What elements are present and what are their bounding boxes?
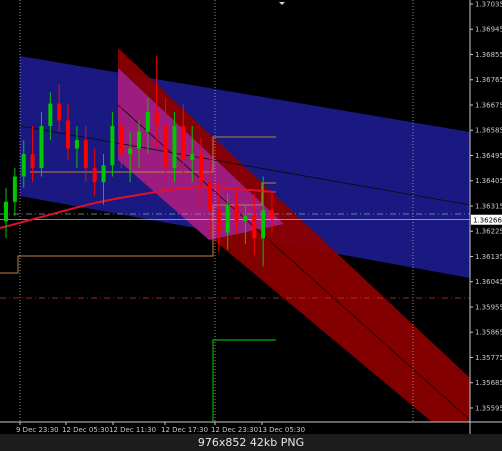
y-tick-label: 1.35685: [475, 379, 502, 387]
candle-body: [145, 112, 150, 132]
y-tick-label: 1.35865: [475, 329, 502, 337]
x-tick-label: 13 Dec 05:30: [258, 426, 305, 434]
y-tick-label: 1.36495: [475, 152, 502, 160]
candle-body: [119, 126, 124, 155]
candle-body: [48, 103, 53, 127]
y-tick-label: 1.37035: [475, 1, 502, 9]
candle-body: [190, 154, 195, 160]
y-tick-label: 1.36225: [475, 228, 502, 236]
y-tick-label: 1.36675: [475, 101, 502, 109]
candle-body: [39, 126, 44, 169]
y-tick-label: 1.36045: [475, 278, 502, 286]
candle-body: [207, 182, 212, 211]
candle-body: [261, 210, 266, 239]
candle-body: [252, 215, 257, 239]
y-tick-label: 1.36585: [475, 127, 502, 135]
candle-body: [57, 103, 62, 121]
candle-body: [128, 148, 133, 155]
x-tick-label: 12 Dec 23:30: [211, 426, 258, 434]
candle-body: [83, 140, 88, 169]
candle-body: [21, 154, 26, 177]
candle-body: [199, 154, 204, 183]
y-tick-label: 1.36135: [475, 253, 502, 261]
candle-body: [66, 120, 71, 149]
candle-body: [234, 204, 239, 222]
y-tick-label: 1.36945: [475, 26, 502, 34]
candle-body: [225, 204, 230, 233]
x-tick-label: 12 Dec 17:30: [161, 426, 208, 434]
candle-body: [181, 126, 186, 160]
y-tick-label: 1.36765: [475, 76, 502, 84]
image-info-footer: 976x852 42kb PNG: [0, 434, 502, 451]
candle-body: [163, 126, 168, 169]
x-tick-label: 12 Dec 11:30: [109, 426, 156, 434]
candle-body: [101, 165, 106, 183]
candle-body: [92, 168, 97, 183]
y-tick-label: 1.36855: [475, 51, 502, 59]
candle-body: [12, 176, 17, 202]
y-tick-label: 1.36315: [475, 202, 502, 210]
candle-body: [30, 154, 35, 169]
candle-body: [110, 126, 115, 166]
candle-body: [74, 140, 79, 149]
y-tick-label: 1.36405: [475, 177, 502, 185]
candle-body: [4, 201, 8, 222]
candle-body: [154, 112, 159, 127]
x-tick-label: 9 Dec 23:30: [16, 426, 59, 434]
candle-body: [172, 126, 177, 169]
candle-body: [243, 215, 248, 222]
candle-body: [270, 210, 274, 219]
current-price-label: 1.36266: [473, 217, 502, 225]
x-tick-label: 12 Dec 05:30: [62, 426, 109, 434]
chart-canvas: 1.37035 1.36945 1.36855 1.36765 1.36675 1.365…: [0, 0, 502, 451]
y-tick-label: 1.35775: [475, 354, 502, 362]
candle-body: [216, 210, 221, 233]
candle-body: [137, 131, 141, 149]
y-tick-label: 1.35955: [475, 303, 502, 311]
y-tick-label: 1.35595: [475, 404, 502, 412]
